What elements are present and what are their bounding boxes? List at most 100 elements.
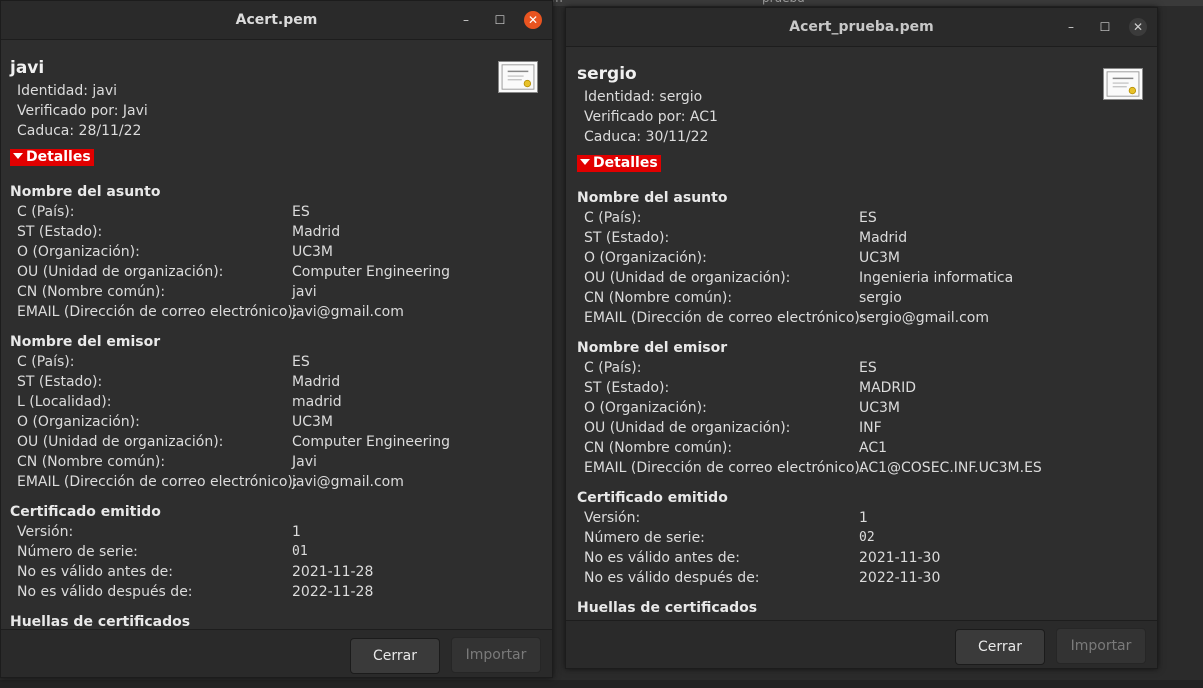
field-label: Versión: [584,510,641,526]
field-value: UC3M [292,244,334,260]
field-value: 02 [859,530,875,545]
field-label: O (Organización): [584,250,707,266]
expiry-text: Caduca: 30/11/22 [584,129,709,145]
field-label: O (Organización): [17,414,140,430]
field-label: Número de serie: [17,544,138,560]
field-label: C (País): [584,360,642,376]
field-value: MADRID [859,380,917,396]
import-button[interactable]: Importar [1056,628,1146,664]
certificate-window: Acert_prueba.pem – ☐ ✕ sergio Identidad:… [565,7,1158,669]
field-value: ES [859,360,877,376]
title-bar[interactable]: Acert.pem – ☐ ✕ [1,1,552,40]
field-label: OU (Unidad de organización): [584,420,791,436]
field-value: Madrid [292,374,341,390]
field-label: L (Localidad): [17,394,112,410]
close-icon[interactable]: ✕ [524,11,542,29]
maximize-button[interactable]: ☐ [1096,18,1114,36]
import-button[interactable]: Importar [451,637,541,673]
field-value: Javi [292,454,317,470]
field-label: No es válido antes de: [584,550,740,566]
field-value: Madrid [292,224,341,240]
identity-text: Identidad: sergio [584,89,703,105]
background-text: pruebd [762,0,805,5]
expiry-text: Caduca: 28/11/22 [17,123,142,139]
field-label: EMAIL (Dirección de correo electrónico): [17,474,298,490]
certificate-icon [498,61,538,93]
title-bar[interactable]: Acert_prueba.pem – ☐ ✕ [566,8,1157,47]
certificate-icon [1103,68,1143,100]
field-value: javi@gmail.com [292,474,404,490]
field-label: Número de serie: [584,530,705,546]
expander-triangle-icon [13,153,23,159]
minimize-button[interactable]: – [1062,18,1080,36]
field-label: C (País): [584,210,642,226]
maximize-button[interactable]: ☐ [491,11,509,29]
details-label: Detalles [26,149,91,165]
field-value: ES [292,204,310,220]
field-label: No es válido después de: [584,570,760,586]
field-value: 2022-11-28 [292,584,374,600]
field-value: AC1@COSEC.INF.UC3M.ES [859,460,1042,476]
fingerprints-heading: Huellas de certificados [10,614,191,630]
field-value: ES [859,210,877,226]
dialog-footer: Cerrar Importar [1,629,552,677]
field-label: OU (Unidad de organización): [17,264,224,280]
verified-by-text: Verificado por: Javi [17,103,148,119]
field-value: Computer Engineering [292,434,451,450]
field-label: EMAIL (Dirección de correo electrónico): [584,310,865,326]
field-label: OU (Unidad de organización): [584,270,791,286]
field-label: No es válido después de: [17,584,193,600]
verified-by-text: Verificado por: AC1 [584,109,718,125]
field-value: AC1 [859,440,888,456]
field-value: UC3M [292,414,334,430]
field-value: ES [292,354,310,370]
details-expander[interactable]: Detalles [10,149,94,166]
field-label: ST (Estado): [17,224,103,240]
close-icon[interactable]: ✕ [1129,18,1147,36]
field-label: Versión: [17,524,74,540]
close-button[interactable]: Cerrar [955,629,1045,665]
cert-name: javi [10,58,45,78]
field-value: Computer Engineering [292,264,451,280]
certificate-window: Acert.pem – ☐ ✕ javi Identidad: javi Ver… [0,0,553,678]
cert-name: sergio [577,64,637,84]
field-value: 01 [292,544,308,559]
field-label: CN (Nombre común): [584,290,733,306]
field-label: CN (Nombre común): [584,440,733,456]
field-label: CN (Nombre común): [17,454,166,470]
field-value: Ingenieria informatica [859,270,1014,286]
field-value: UC3M [859,250,901,266]
field-label: EMAIL (Dirección de correo electrónico): [584,460,865,476]
field-value: Madrid [859,230,908,246]
field-value: javi [292,284,317,300]
expander-triangle-icon [580,159,590,165]
field-value: madrid [292,394,342,410]
field-label: ST (Estado): [584,230,670,246]
field-value: UC3M [859,400,901,416]
field-value: 2021-11-28 [292,564,374,580]
field-label: ST (Estado): [584,380,670,396]
details-expander[interactable]: Detalles [577,155,661,172]
minimize-button[interactable]: – [457,11,475,29]
issuer-heading: Nombre del emisor [577,340,728,356]
field-label: OU (Unidad de organización): [17,434,224,450]
issued-heading: Certificado emitido [10,504,161,520]
field-value: javi@gmail.com [292,304,404,320]
issuer-heading: Nombre del emisor [10,334,161,350]
field-label: EMAIL (Dirección de correo electrónico): [17,304,298,320]
background-panel [0,680,1203,688]
field-value: 1 [292,524,301,540]
field-label: C (País): [17,204,75,220]
field-value: 1 [859,510,868,526]
field-label: ST (Estado): [17,374,103,390]
field-value: 2022-11-30 [859,570,941,586]
subject-heading: Nombre del asunto [577,190,728,206]
field-label: C (País): [17,354,75,370]
fingerprints-heading: Huellas de certificados [577,600,758,616]
dialog-footer: Cerrar Importar [566,620,1157,668]
details-label: Detalles [593,155,658,171]
field-value: sergio@gmail.com [859,310,989,326]
issued-heading: Certificado emitido [577,490,728,506]
field-value: sergio [859,290,902,306]
close-button[interactable]: Cerrar [350,638,440,674]
